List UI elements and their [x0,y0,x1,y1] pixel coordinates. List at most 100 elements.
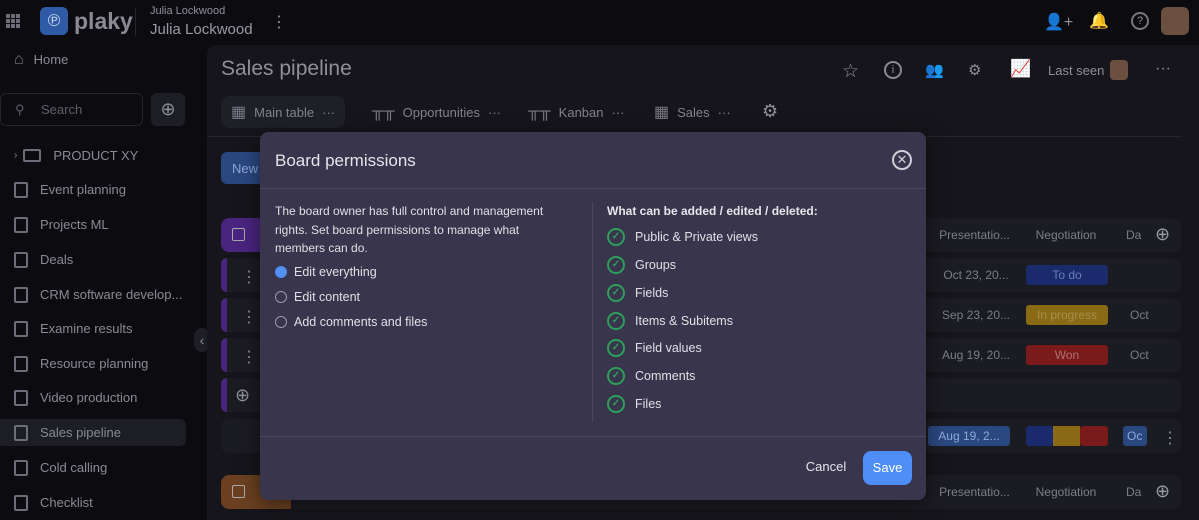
view-settings-icon[interactable]: ⚙ [762,101,778,122]
sidebar-item[interactable]: Video production [0,384,186,411]
sidebar-item[interactable]: Examine results [0,315,186,342]
status-pill[interactable]: Won [1026,345,1108,365]
radio-unselected[interactable] [275,316,287,328]
item-label: CRM software develop... [40,287,183,302]
workspace-name[interactable]: Julia Lockwood [150,21,253,38]
board-icon [14,389,28,406]
divider [260,436,926,437]
column-header-negotiation[interactable]: Negotiation [1021,228,1111,242]
save-button[interactable]: Save [863,451,912,485]
sidebar-item[interactable]: Deals [0,246,186,273]
members-icon[interactable]: 👥 [925,61,944,79]
item-label: Examine results [40,321,133,336]
tab-menu-icon[interactable]: ··· [488,105,501,120]
permission-label: Public & Private views [635,230,758,244]
select-all-checkbox[interactable] [232,228,245,241]
divider [592,202,593,422]
help-icon[interactable]: ? [1131,12,1149,30]
tab-menu-icon[interactable]: ··· [322,105,335,120]
avatar[interactable] [1161,7,1189,35]
chart-icon[interactable]: 📈 [1010,59,1031,79]
radio-add-comments-files[interactable]: Add comments and files [275,315,427,329]
more-horizontal-icon[interactable]: ··· [1155,60,1171,78]
presentation-date[interactable]: Aug 19, 20... [931,348,1021,362]
summary-won [1080,426,1108,446]
sidebar-item[interactable]: Projects ML [0,211,186,238]
column-header-presentation[interactable]: Presentatio... [927,228,1022,242]
kanban-icon: ╥╥ [372,103,395,120]
due-date[interactable]: Oct [1130,348,1150,362]
sidebar-item-product-xy[interactable]: › PRODUCT XY [0,142,186,169]
board-icon [14,355,28,372]
summary-progress [1053,426,1080,446]
add-column-icon[interactable]: ⊕ [1155,481,1170,502]
check-circle-icon: ✓ [607,284,625,302]
permission-item: ✓ Fields [607,284,668,302]
cancel-button[interactable]: Cancel [798,452,854,482]
column-header-negotiation[interactable]: Negotiation [1021,485,1111,499]
check-circle-icon: ✓ [607,339,625,357]
check-circle-icon: ✓ [607,256,625,274]
info-icon[interactable]: i [884,61,902,79]
board-icon [14,459,28,476]
item-label: Sales pipeline [40,425,121,440]
star-icon[interactable]: ☆ [842,60,859,83]
option-label: Edit everything [294,265,377,279]
tab-main-table[interactable]: ▦ Main table ··· [221,96,346,128]
tab-sales[interactable]: ▦ Sales ··· [644,96,741,128]
row-menu-icon[interactable]: ⋮ [1162,428,1178,448]
sidebar-item[interactable]: Resource planning [0,350,186,377]
sidebar-home[interactable]: ⌂ Home [0,46,186,73]
row-color [221,338,227,372]
item-label: Checklist [40,495,93,510]
tab-kanban[interactable]: ╥╥ Kanban ··· [518,96,635,128]
sidebar-item[interactable]: Cold calling [0,454,186,481]
sidebar-item[interactable]: Event planning [0,176,186,203]
folder-icon [23,149,42,162]
close-icon[interactable]: ✕ [892,150,912,170]
brand-name: plaky [74,8,133,34]
select-all-checkbox[interactable] [232,485,245,498]
tab-opportunities[interactable]: ╥╥ Opportunities ··· [362,96,511,128]
more-vertical-icon[interactable]: ⋮ [271,12,287,32]
workspace-owner: Julia Lockwood [150,5,226,17]
presentation-date[interactable]: Oct 23, 20... [931,268,1021,282]
add-item-icon[interactable]: ⊕ [235,385,250,406]
status-pill[interactable]: In progress [1026,305,1108,325]
board-icon [14,494,28,511]
row-menu-icon[interactable]: ⋮ [241,347,257,367]
summary-todo [1026,426,1053,446]
last-seen-label[interactable]: Last seen [1048,63,1104,78]
add-board-button[interactable]: ⊕ [151,93,185,126]
radio-selected[interactable] [275,266,287,278]
radio-edit-everything[interactable]: Edit everything [275,265,377,279]
last-seen-avatar [1110,60,1128,80]
due-date[interactable]: Oct [1130,308,1150,322]
column-header-date[interactable]: Da [1126,228,1146,242]
invite-user-icon[interactable]: 👤+ [1044,12,1073,32]
radio-unselected[interactable] [275,291,287,303]
column-header-date[interactable]: Da [1126,485,1146,499]
status-pill[interactable]: To do [1026,265,1108,285]
item-label: Event planning [40,182,127,197]
tab-menu-icon[interactable]: ··· [718,105,731,120]
permission-item: ✓ Public & Private views [607,228,758,246]
tab-menu-icon[interactable]: ··· [612,105,625,120]
plaky-logo-icon[interactable]: ℗ [40,7,68,35]
add-column-icon[interactable]: ⊕ [1155,224,1170,245]
search-input[interactable]: ⚲ Search [0,93,143,126]
sidebar-item-sales-pipeline[interactable]: Sales pipeline [0,419,186,446]
check-circle-icon: ✓ [607,367,625,385]
item-label: Deals [40,252,74,267]
automation-icon[interactable]: ⚙ [968,61,981,79]
radio-edit-content[interactable]: Edit content [275,290,360,304]
presentation-date[interactable]: Sep 23, 20... [931,308,1021,322]
apps-grid-icon[interactable] [6,14,20,28]
sidebar-item[interactable]: CRM software develop... [0,281,186,308]
row-menu-icon[interactable]: ⋮ [241,307,257,327]
bell-icon[interactable]: 🔔 [1089,11,1109,31]
column-header-presentation[interactable]: Presentatio... [927,485,1022,499]
item-label: Projects ML [40,217,109,232]
row-menu-icon[interactable]: ⋮ [241,267,257,287]
sidebar-item[interactable]: Checklist [0,489,186,516]
